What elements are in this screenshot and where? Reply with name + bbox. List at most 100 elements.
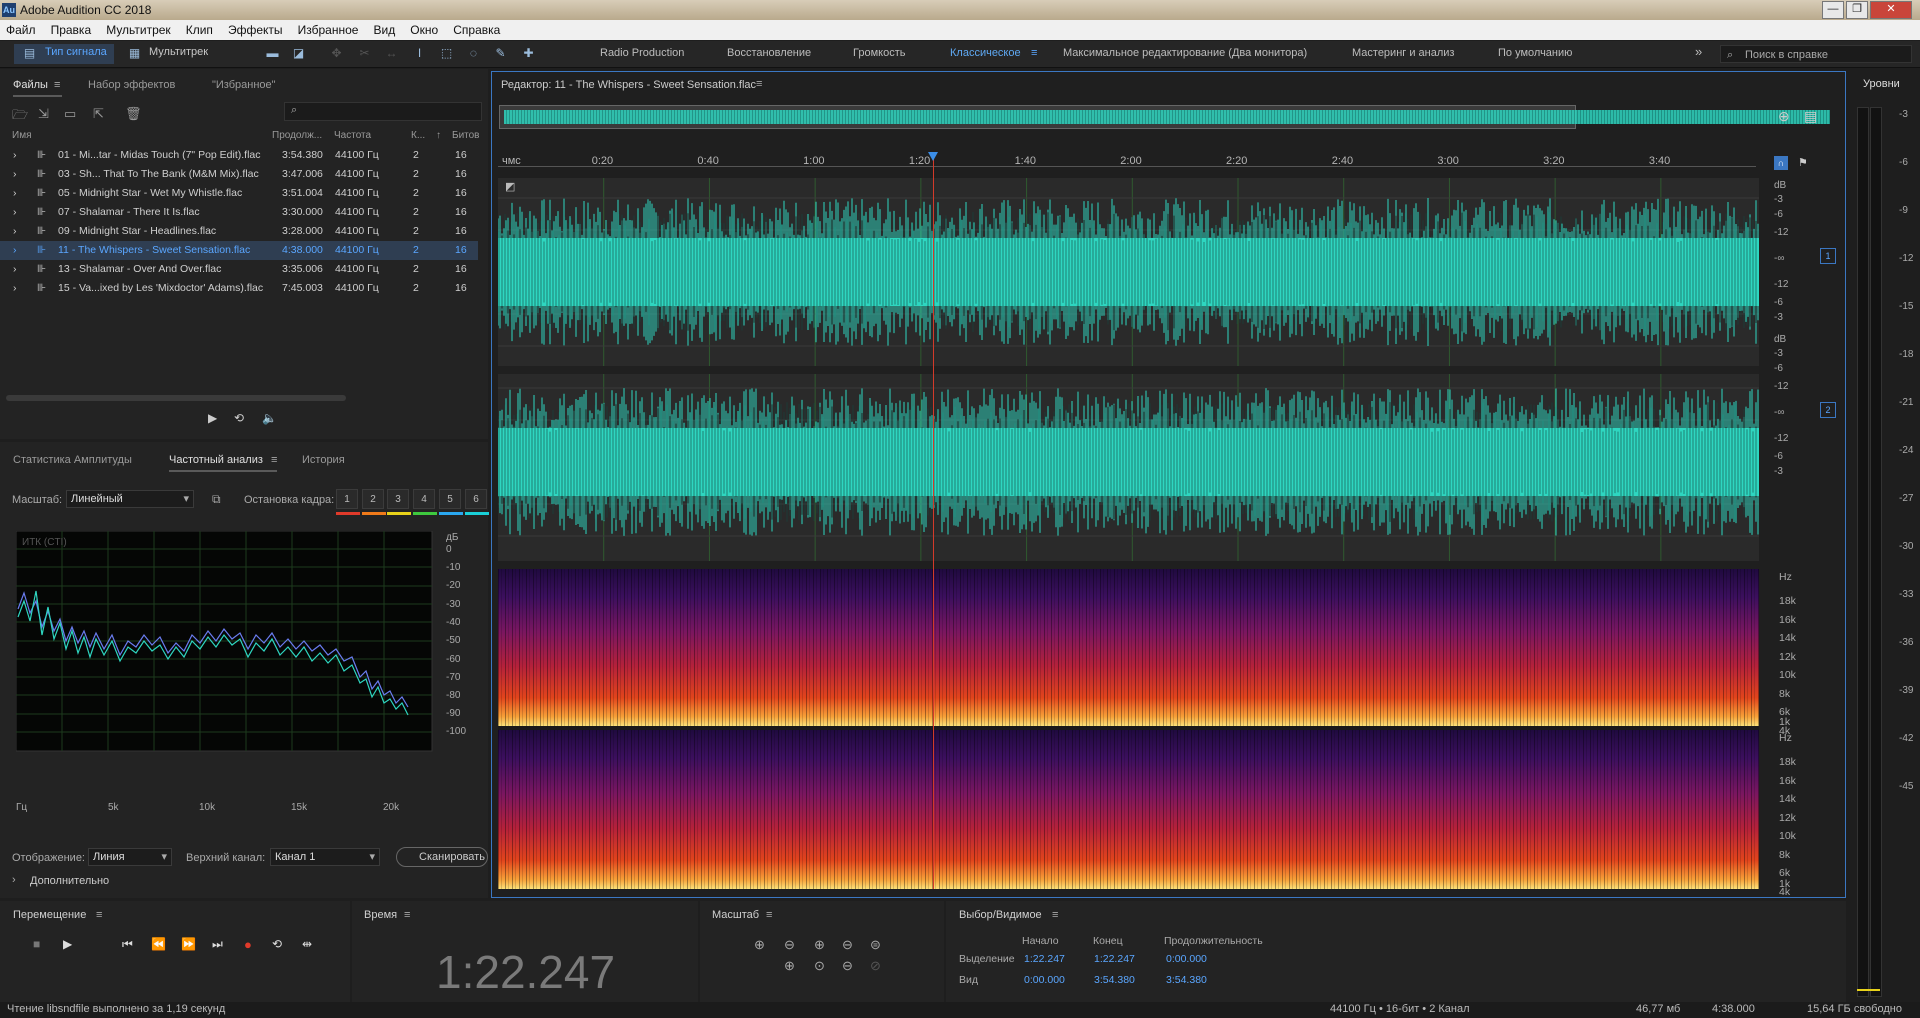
expand-icon[interactable]: › (13, 282, 17, 294)
menu-help[interactable]: Справка (447, 20, 506, 37)
menu-effects[interactable]: Эффекты (222, 20, 289, 37)
workspace-default[interactable]: По умолчанию (1498, 47, 1572, 59)
selection-start[interactable]: 1:22.247 (1024, 953, 1065, 965)
maximize-button[interactable]: ❐ (1846, 1, 1868, 19)
waveform-area[interactable] (497, 178, 1759, 561)
tab-history[interactable]: История (302, 454, 345, 466)
file-row[interactable]: › ⊪ 05 - Midnight Star - Wet My Whistle.f… (0, 184, 478, 203)
col-bits[interactable]: Битов (452, 130, 480, 141)
delete-icon[interactable]: 🗑 (125, 106, 142, 122)
import-file-icon[interactable]: ⇲ (38, 106, 49, 122)
loop-icon[interactable]: ⟲ (272, 937, 282, 951)
insert-multitrack-icon[interactable]: ⇱ (93, 106, 104, 122)
file-row-selected[interactable]: › ⊪ 11 - The Whispers - Sweet Sensation.f… (0, 241, 478, 260)
workspace-dual-monitor[interactable]: Максимальное редактирование (Два монитор… (1063, 47, 1307, 59)
menu-clip[interactable]: Клип (180, 20, 219, 37)
files-horizontal-scrollbar[interactable] (6, 395, 346, 401)
file-row[interactable]: › ⊪ 07 - Shalamar - There It Is.flac 3:30.… (0, 203, 478, 222)
files-panel-menu-icon[interactable]: ≡ (54, 79, 60, 91)
skip-icon[interactable]: ⇹ (302, 937, 312, 951)
copy-graph-icon[interactable]: ⧉ (212, 492, 221, 507)
razor-tool-icon[interactable]: ✂ (357, 46, 372, 60)
tab-files[interactable]: Файлы (13, 79, 62, 97)
zoom-menu-icon[interactable]: ≡ (766, 909, 772, 921)
scale-dropdown[interactable]: Линейный (66, 490, 194, 508)
freeze-button-5[interactable]: 5 (439, 489, 461, 509)
zoom-out-time-icon[interactable]: ⊖ (842, 937, 853, 953)
minimize-button[interactable]: — (1822, 1, 1844, 19)
workspace-radio-production[interactable]: Radio Production (600, 47, 684, 59)
rewind-icon[interactable]: ⏪ (151, 937, 166, 951)
menu-favorites[interactable]: Избранное (292, 20, 365, 37)
workspace-classic[interactable]: Классическое (950, 47, 1021, 59)
zoom-in-amplitude-icon[interactable]: ⊕ (754, 937, 765, 953)
close-button[interactable]: ✕ (1870, 1, 1912, 19)
go-start-icon[interactable]: ⏮ (122, 937, 133, 952)
freeze-button-6[interactable]: 6 (465, 489, 487, 509)
healing-tool-icon[interactable]: ✚ (521, 46, 536, 60)
view-start[interactable]: 0:00.000 (1024, 974, 1065, 986)
menu-edit[interactable]: Правка (45, 20, 98, 37)
workspace-menu-icon[interactable]: ≡ (1031, 47, 1037, 59)
view-duration[interactable]: 3:54.380 (1166, 974, 1207, 986)
file-row[interactable]: › ⊪ 15 - Va...ixed by Les 'Mixdoctor' Ada… (0, 279, 478, 298)
tab-favorites[interactable]: "Избранное" (212, 79, 276, 91)
workspace-loudness[interactable]: Громкость (853, 47, 905, 59)
snap-icon[interactable]: ∩ (1774, 156, 1788, 170)
hud-icon[interactable]: ◩ (505, 180, 515, 193)
help-search-input[interactable]: ⌕ Поиск в справке (1720, 45, 1912, 63)
col-duration[interactable]: Продолж... (272, 130, 322, 141)
view-end[interactable]: 3:54.380 (1094, 974, 1135, 986)
preview-loop-icon[interactable]: ⟲ (234, 411, 244, 425)
multitrack-view-button[interactable]: Мультитрек (149, 46, 208, 58)
col-channels[interactable]: К... (411, 130, 425, 141)
expand-icon[interactable]: › (13, 168, 17, 180)
top-channel-dropdown[interactable]: Канал 1 (270, 848, 380, 866)
transport-menu-icon[interactable]: ≡ (96, 909, 102, 921)
new-file-icon[interactable]: ▭ (64, 106, 76, 122)
playhead-handle-icon[interactable] (927, 152, 938, 161)
selection-duration[interactable]: 0:00.000 (1166, 953, 1207, 965)
file-row[interactable]: › ⊪ 09 - Midnight Star - Headlines.flac 3:… (0, 222, 478, 241)
marquee-tool-icon[interactable]: ⬚ (439, 46, 454, 60)
expand-icon[interactable]: › (13, 263, 17, 275)
zoom-out-amplitude-icon[interactable]: ⊖ (784, 937, 795, 953)
file-row[interactable]: › ⊪ 03 - Sh... That To The Bank (M&M Mix)… (0, 165, 478, 184)
channel-2-button[interactable]: 2 (1820, 402, 1836, 418)
time-selection-tool-icon[interactable]: I (412, 46, 427, 60)
move-tool-icon[interactable]: ✥ (329, 46, 344, 60)
open-file-icon[interactable]: 🗁 (12, 106, 28, 128)
channel-1-button[interactable]: 1 (1820, 248, 1836, 264)
freeze-button-1[interactable]: 1 (336, 489, 358, 509)
advanced-expand-icon[interactable]: › (12, 874, 16, 886)
play-icon[interactable]: ▶ (63, 937, 72, 951)
time-menu-icon[interactable]: ≡ (404, 909, 410, 921)
menu-file[interactable]: Файл (0, 20, 42, 37)
zoom-reset-icon[interactable]: ⊘ (870, 958, 881, 974)
spectral-area[interactable] (498, 569, 1759, 889)
analysis-panel-menu-icon[interactable]: ≡ (271, 454, 277, 466)
workspace-mastering[interactable]: Мастеринг и анализ (1352, 47, 1454, 59)
zoom-out-point-icon[interactable]: ⊖ (842, 958, 853, 974)
tab-amplitude-stats[interactable]: Статистика Амплитуды (13, 454, 132, 466)
zoom-in-point-icon[interactable]: ⊕ (784, 958, 795, 974)
display-dropdown[interactable]: Линия (88, 848, 172, 866)
playhead[interactable] (927, 152, 938, 889)
zoom-out-full-icon[interactable]: ⊕ (1778, 108, 1790, 125)
menu-window[interactable]: Окно (404, 20, 444, 37)
zoom-selection-icon[interactable]: ⊙ (814, 958, 825, 974)
freeze-button-2[interactable]: 2 (362, 489, 384, 509)
expand-icon[interactable]: › (13, 149, 17, 161)
zoom-in-time-icon[interactable]: ⊕ (814, 937, 825, 953)
file-row[interactable]: › ⊪ 13 - Shalamar - Over And Over.flac 3:3… (0, 260, 478, 279)
go-end-icon[interactable]: ⏭ (212, 937, 223, 952)
record-icon[interactable]: ● (244, 937, 252, 952)
slip-tool-icon[interactable]: ↔ (384, 46, 399, 60)
tab-frequency-analysis[interactable]: Частотный анализ (169, 454, 277, 472)
editor-menu-icon[interactable]: ≡ (756, 78, 762, 90)
spectrum-display-icon[interactable]: ▬ (265, 46, 280, 60)
col-name[interactable]: Имя (12, 130, 31, 141)
pitch-display-icon[interactable]: ◪ (291, 46, 306, 60)
freeze-button-3[interactable]: 3 (387, 489, 409, 509)
advanced-section[interactable]: Дополнительно (30, 875, 109, 887)
